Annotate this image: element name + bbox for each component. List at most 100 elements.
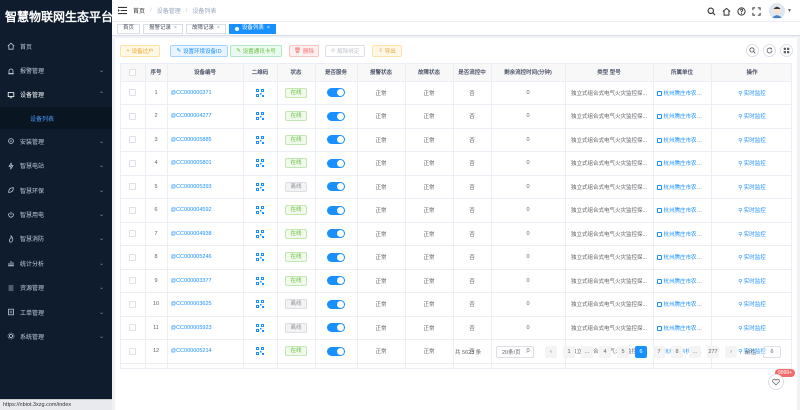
table-row[interactable]: 5 @CC000005393 离线 正常 正常否 0 独立式组合式电气火灾监控探... 杭州腾… bbox=[121, 175, 791, 199]
tab-2[interactable]: 故障记录 × bbox=[185, 23, 226, 34]
realtime-monitor-link[interactable]: 实时监控 bbox=[744, 326, 766, 332]
hamburger-icon[interactable] bbox=[118, 6, 127, 15]
select-all-checkbox[interactable] bbox=[129, 68, 137, 76]
sidebar-item-home[interactable]: 首页 bbox=[0, 34, 112, 58]
page-button[interactable]: 7 bbox=[653, 346, 665, 358]
unit-link[interactable]: 杭州腾庄市农副产品... bbox=[664, 91, 711, 97]
unit-link[interactable]: 杭州腾庄市农副产品... bbox=[664, 255, 711, 261]
table-row[interactable]: 8 @CC000005246 在线 正常 正常否 0 独立式组合式电气火灾监控探... 杭州腾… bbox=[121, 245, 791, 270]
qrcode-icon[interactable] bbox=[256, 206, 264, 215]
select-all-header[interactable] bbox=[121, 64, 146, 82]
qrcode-icon[interactable] bbox=[256, 112, 264, 121]
sidebar-item-fire[interactable]: 智慧消防 ⌄ bbox=[0, 227, 112, 251]
breadcrumb-item[interactable]: 首页 bbox=[133, 6, 145, 15]
realtime-monitor-link[interactable]: 实时监控 bbox=[744, 302, 766, 308]
unit-link[interactable]: 杭州腾庄市农副产品... bbox=[664, 185, 711, 191]
service-toggle[interactable] bbox=[327, 158, 345, 168]
unit-link[interactable]: 杭州腾庄市农副产品... bbox=[664, 302, 711, 308]
row-checkbox[interactable] bbox=[129, 277, 137, 285]
qrcode-icon[interactable] bbox=[256, 300, 264, 309]
realtime-monitor-link[interactable]: 实时监控 bbox=[744, 138, 766, 144]
unit-link[interactable]: 杭州腾庄市农副产品... bbox=[664, 114, 711, 120]
row-checkbox[interactable] bbox=[129, 253, 137, 261]
table-row[interactable]: 3 @CC000005885 在线 正常 正常否 0 独立式组合式电气火灾监控探... 杭州腾… bbox=[121, 128, 791, 152]
avatar[interactable] bbox=[769, 3, 786, 19]
page-button[interactable]: 8 bbox=[671, 346, 683, 358]
device-code-link[interactable]: @CC000005393 bbox=[171, 184, 212, 190]
qrcode-icon[interactable] bbox=[256, 229, 264, 238]
chat-button[interactable] bbox=[768, 374, 784, 390]
device-code-link[interactable]: @CC000004592 bbox=[171, 207, 212, 213]
breadcrumb-item[interactable]: 设备管理 bbox=[157, 6, 181, 15]
table-row[interactable]: 7 @CC000004938 在线 正常 正常否 0 独立式组合式电气火灾监控探... 杭州腾… bbox=[121, 222, 791, 246]
row-checkbox[interactable] bbox=[129, 159, 137, 167]
page-size-select[interactable]: 20条/页 ⌄ bbox=[496, 346, 534, 358]
qrcode-icon[interactable] bbox=[256, 182, 264, 191]
realtime-monitor-link[interactable]: 实时监控 bbox=[744, 114, 766, 120]
realtime-monitor-link[interactable]: 实时监控 bbox=[744, 185, 766, 191]
prev-page-button[interactable]: ‹ bbox=[545, 346, 557, 358]
delete-button[interactable]: 🗑 删除 bbox=[289, 45, 319, 57]
table-row[interactable]: 2 @CC000004277 在线 正常 正常否 0 独立式组合式电气火灾监控探... 杭州腾… bbox=[121, 104, 791, 129]
realtime-monitor-link[interactable]: 实时监控 bbox=[744, 91, 766, 97]
service-toggle[interactable] bbox=[327, 135, 345, 145]
sidebar-item-system[interactable]: 系统管理 ⌄ bbox=[0, 324, 112, 348]
tab-3[interactable]: 设备列表 × bbox=[228, 23, 276, 34]
table-row[interactable]: 4 @CC000005801 在线 正常 正常否 0 独立式组合式电气火灾监控探... 杭州腾… bbox=[121, 151, 791, 176]
sidebar-subitem-device-list[interactable]: 设备列表 bbox=[0, 107, 112, 130]
goto-page-input[interactable]: 6 bbox=[763, 346, 781, 358]
device-code-link[interactable]: @CC000003377 bbox=[171, 278, 212, 284]
qrcode-icon[interactable] bbox=[256, 88, 264, 97]
sidebar-item-install[interactable]: 安装管理 ⌄ bbox=[0, 129, 112, 153]
table-row[interactable]: 11 @CC000005923 离线 正常 正常否 0 独立式组合式电气火灾监控探... 杭州… bbox=[121, 316, 791, 340]
search-toggle-button[interactable] bbox=[746, 44, 759, 57]
row-checkbox[interactable] bbox=[129, 89, 137, 97]
next-page-button[interactable]: › bbox=[725, 346, 737, 358]
close-icon[interactable]: × bbox=[217, 24, 220, 33]
set-env-id-button[interactable]: ✎ 设置环境设备ID bbox=[170, 45, 228, 57]
transfer-button[interactable]: + 设备过户 bbox=[120, 45, 160, 57]
tab-0[interactable]: 首页 bbox=[117, 23, 141, 34]
search-icon[interactable] bbox=[706, 6, 716, 16]
fullscreen-icon[interactable] bbox=[751, 6, 761, 16]
qrcode-icon[interactable] bbox=[256, 276, 264, 285]
columns-button[interactable] bbox=[780, 44, 793, 57]
tab-1[interactable]: 报警记录 × bbox=[143, 23, 183, 34]
device-code-link[interactable]: @CC000005246 bbox=[171, 254, 212, 260]
unit-link[interactable]: 杭州腾庄市农副产品... bbox=[664, 326, 711, 332]
qrcode-icon[interactable] bbox=[256, 159, 264, 168]
set-card-button[interactable]: ✎ 设置通讯卡号 bbox=[230, 45, 282, 57]
device-code-link[interactable]: @CC000004938 bbox=[171, 231, 212, 237]
close-icon[interactable]: × bbox=[174, 24, 177, 33]
service-toggle[interactable] bbox=[327, 229, 345, 239]
device-code-link[interactable]: @CC000005923 bbox=[171, 325, 212, 331]
realtime-monitor-link[interactable]: 实时监控 bbox=[744, 255, 766, 261]
device-code-link[interactable]: @CC000003625 bbox=[171, 301, 212, 307]
service-toggle[interactable] bbox=[327, 205, 345, 215]
page-button[interactable]: 4 bbox=[599, 346, 611, 358]
close-icon[interactable]: × bbox=[267, 24, 270, 33]
table-row[interactable]: 6 @CC000004592 在线 正常 正常否 0 独立式组合式电气火灾监控探... 杭州腾… bbox=[121, 198, 791, 223]
row-checkbox[interactable] bbox=[129, 324, 137, 332]
device-code-link[interactable]: @CC000000371 bbox=[171, 90, 212, 96]
page-ellipsis[interactable]: ... bbox=[689, 346, 701, 358]
sidebar-item-alarm[interactable]: 报警管理 ⌄ bbox=[0, 58, 112, 82]
row-checkbox[interactable] bbox=[129, 230, 137, 238]
help-icon[interactable] bbox=[736, 6, 746, 16]
sidebar-item-stats[interactable]: 统计分析 ⌄ bbox=[0, 251, 112, 275]
page-button[interactable]: 6 bbox=[635, 346, 647, 358]
sidebar-item-power[interactable]: 智慧用电 ⌄ bbox=[0, 202, 112, 226]
table-row[interactable]: 10 @CC000003625 离线 正常 正常否 0 独立式组合式电气火灾监控探... 杭州… bbox=[121, 292, 791, 317]
chevron-down-icon[interactable]: ▼ bbox=[787, 8, 792, 14]
table-row[interactable]: 9 @CC000003377 在线 正常 正常否 0 独立式组合式电气火灾监控探... 杭州腾… bbox=[121, 269, 791, 293]
row-checkbox[interactable] bbox=[129, 136, 137, 144]
service-toggle[interactable] bbox=[327, 276, 345, 286]
qrcode-icon[interactable] bbox=[256, 135, 264, 144]
unit-link[interactable]: 杭州腾庄市农副产品... bbox=[664, 208, 711, 214]
sidebar-item-ticket[interactable]: 工单管理 ⌄ bbox=[0, 300, 112, 324]
refresh-button[interactable] bbox=[763, 44, 776, 57]
qrcode-icon[interactable] bbox=[256, 323, 264, 332]
realtime-monitor-link[interactable]: 实时监控 bbox=[744, 279, 766, 285]
device-code-link[interactable]: @CC000004277 bbox=[171, 113, 212, 119]
device-code-link[interactable]: @CC000005885 bbox=[171, 137, 212, 143]
